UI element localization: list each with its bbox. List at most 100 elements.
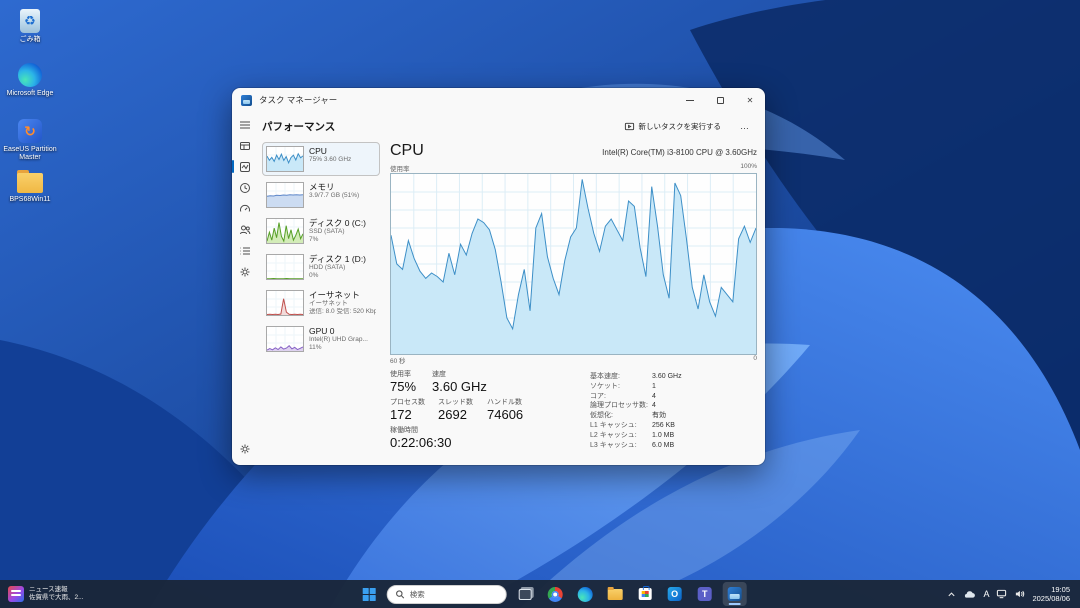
stat-label: コア: [590, 392, 652, 402]
stat-label: L3 キャッシュ: [590, 441, 652, 451]
sidebar-item-details[interactable] [234, 240, 256, 261]
perf-item-sub: HDD (SATA) [309, 264, 366, 272]
memory-sparkline [266, 182, 304, 208]
stat-label: 基本速度: [590, 372, 652, 382]
maximize-button[interactable] [705, 88, 735, 112]
desktop-icon-recycle-bin[interactable]: ♻ ごみ箱 [3, 8, 57, 44]
desktop-icon-edge[interactable]: Microsoft Edge [3, 62, 57, 98]
desktop-icon-label: ごみ箱 [3, 36, 57, 44]
news-widget-icon [8, 586, 24, 602]
search-icon [396, 590, 405, 599]
widget-headline-text: 佐賀県で大雨、2... [29, 594, 84, 602]
sidebar-item-app-history[interactable] [234, 177, 256, 198]
task-manager-window: タスク マネージャー ✕ [232, 88, 765, 465]
hamburger-icon [239, 119, 251, 131]
minimize-button[interactable] [675, 88, 705, 112]
desktop-icon-easeus[interactable]: ↻ EaseUS Partition Master [3, 118, 57, 162]
stat-value: 有効 [652, 411, 666, 421]
tray-clock[interactable]: 19:05 2025/08/06 [1032, 585, 1070, 603]
taskbar-teams[interactable]: T [693, 582, 717, 606]
cpu-stats-left: 使用率 75% 速度 3.60 GHz プロセス数 172 スレッド数 [390, 371, 590, 455]
graph-xzero: 0 [753, 355, 757, 365]
stat-label: 論理プロセッサ数: [590, 401, 652, 411]
edge-icon [18, 63, 42, 87]
taskbar-microsoft-store[interactable] [633, 582, 657, 606]
taskbar-edge[interactable] [573, 582, 597, 606]
perf-item-sub: 75% 3.60 GHz [309, 156, 351, 164]
task-manager-app-icon [241, 95, 252, 106]
run-new-task-button[interactable]: 新しいタスクを実行する [616, 117, 730, 136]
perf-item-memory[interactable]: メモリ 3.9/7.7 GB (51%) [262, 178, 380, 212]
startup-speedometer-icon [239, 203, 251, 215]
cpu-stats-right: 基本速度:3.60 GHz ソケット:1 コア:4 論理プロセッサ数:4 仮想化… [590, 371, 757, 455]
edge-icon [577, 587, 592, 602]
close-button[interactable]: ✕ [735, 88, 765, 112]
perf-item-ethernet[interactable]: イーサネット イーサネット 送信: 8.0 受信: 520 Kbps [262, 286, 380, 320]
desktop-icon-folder[interactable]: BPS68Win11 [3, 168, 57, 204]
stat-value: 1.0 MB [652, 431, 674, 441]
titlebar[interactable]: タスク マネージャー ✕ [232, 88, 765, 112]
perf-item-label: ディスク 1 (D:) [309, 254, 366, 264]
perf-item-label: メモリ [309, 182, 359, 192]
sidebar-item-processes[interactable] [234, 135, 256, 156]
cpu-usage-chart[interactable] [390, 173, 757, 355]
tray-date: 2025/08/06 [1032, 594, 1070, 603]
perf-item-disk1[interactable]: ディスク 1 (D:) HDD (SATA) 0% [262, 250, 380, 284]
microsoft-store-icon [638, 588, 651, 600]
sidebar-item-services[interactable] [234, 261, 256, 282]
performance-icon [239, 161, 251, 173]
perf-item-sub: SSD (SATA) [309, 228, 366, 236]
stat-value: 256 KB [652, 421, 675, 431]
nav-menu-button[interactable] [234, 114, 256, 135]
stat-label: ハンドル数 [487, 399, 523, 407]
stat-value-processes: 172 [390, 407, 438, 422]
users-icon [239, 224, 251, 236]
settings-button[interactable] [234, 438, 256, 459]
tray-overflow-chevron[interactable] [947, 590, 956, 599]
perf-item-disk0[interactable]: ディスク 0 (C:) SSD (SATA) 7% [262, 214, 380, 248]
history-clock-icon [239, 182, 251, 194]
folder-icon [17, 173, 43, 193]
stat-value: 4 [652, 401, 656, 411]
more-options-button[interactable]: … [735, 119, 755, 133]
stat-label: 仮想化: [590, 411, 652, 421]
file-explorer-icon [607, 589, 622, 600]
search-placeholder: 検索 [410, 589, 425, 600]
stat-value: 4 [652, 392, 656, 402]
stat-label: 稼働時間 [390, 427, 451, 435]
onedrive-tray[interactable] [963, 590, 976, 599]
taskbar-chrome[interactable] [543, 582, 567, 606]
taskbar-task-manager-active[interactable] [723, 582, 747, 606]
easeus-partition-master-icon: ↻ [18, 119, 42, 143]
run-new-task-label: 新しいタスクを実行する [639, 121, 722, 132]
tray-time: 19:05 [1032, 585, 1070, 594]
stat-label: ソケット: [590, 382, 652, 392]
chevron-up-icon [947, 590, 956, 599]
sidebar-item-performance[interactable] [234, 156, 256, 177]
speaker-icon [1014, 589, 1025, 599]
taskbar-file-explorer[interactable] [603, 582, 627, 606]
start-button[interactable] [357, 582, 381, 606]
desktop-icon-label: Microsoft Edge [3, 90, 57, 98]
window-title: タスク マネージャー [259, 94, 337, 106]
performance-list: CPU 75% 3.60 GHz メモリ 3.9/7.7 GB (51%) [258, 140, 382, 465]
network-tray[interactable] [996, 589, 1007, 599]
taskbar: ニュース速報 佐賀県で大雨、2... 検索 O T [0, 580, 1080, 608]
sidebar-item-users[interactable] [234, 219, 256, 240]
perf-item-gpu[interactable]: GPU 0 Intel(R) UHD Grap... 11% [262, 322, 380, 356]
sidebar-item-startup-apps[interactable] [234, 198, 256, 219]
ime-indicator[interactable]: A [983, 589, 989, 599]
perf-item-cpu[interactable]: CPU 75% 3.60 GHz [262, 142, 380, 176]
recycle-bin-icon: ♻ [20, 9, 40, 33]
volume-tray[interactable] [1014, 589, 1025, 599]
cpu-heading: CPU [390, 142, 424, 160]
cloud-icon [963, 590, 976, 599]
disk1-sparkline [266, 254, 304, 280]
stat-label: プロセス数 [390, 399, 438, 407]
widgets-button[interactable]: ニュース速報 佐賀県で大雨、2... [0, 580, 92, 608]
stat-value-speed: 3.60 GHz [432, 379, 490, 394]
taskbar-outlook[interactable]: O [663, 582, 687, 606]
task-view-button[interactable] [513, 582, 537, 606]
taskbar-search[interactable]: 検索 [387, 585, 507, 604]
perf-item-label: ディスク 0 (C:) [309, 218, 366, 228]
